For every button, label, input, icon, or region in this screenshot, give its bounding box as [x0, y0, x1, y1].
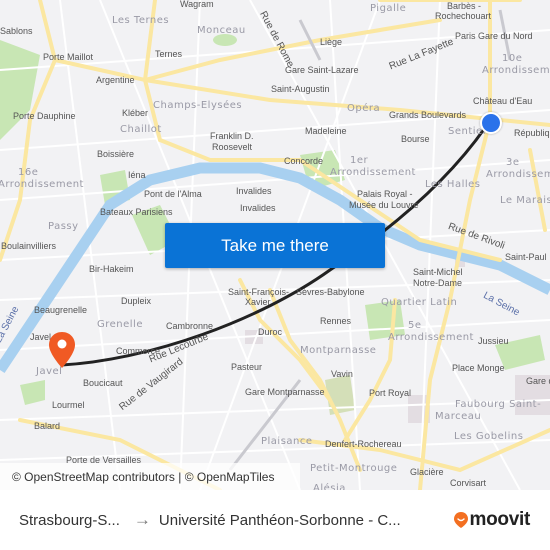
district-label: Plaisance: [261, 436, 313, 447]
place-label: Porte Maillot: [43, 52, 94, 62]
district-label: Monceau: [197, 25, 246, 36]
district-label: Montparnasse: [300, 345, 377, 356]
place-label: Musée du Louvre: [349, 200, 419, 210]
place-label: Kléber: [122, 108, 149, 118]
district-label: Passy: [48, 221, 79, 232]
place-label: Roosevelt: [212, 142, 253, 152]
place-label: Boucicaut: [83, 378, 123, 388]
place-label: Dupleix: [121, 296, 152, 306]
place-label: Gare Saint-Lazare: [285, 65, 359, 75]
place-label: Invalides: [236, 186, 272, 196]
district-label: Petit-Montrouge: [310, 463, 398, 474]
map[interactable]: Wagram Barbès - Rochechouart Paris Gare du …: [0, 0, 550, 490]
district-label-line1: Faubourg Saint-: [455, 399, 542, 410]
place-label: Vavin: [331, 369, 353, 379]
place-label: Gare d': [526, 376, 550, 386]
district-label: Quartier Latin: [381, 297, 458, 308]
place-label: Pasteur: [231, 362, 263, 372]
place-label: Paris Gare du Nord: [455, 31, 533, 41]
origin-marker[interactable]: [480, 112, 502, 134]
district-label-line2: Arrondissement: [388, 332, 474, 343]
place-label: Cambronne: [166, 321, 214, 331]
arrow-right-icon: →: [133, 510, 151, 529]
district-label: Champs-Elysées: [153, 100, 243, 111]
district-label-line2: Arrondissement: [0, 179, 84, 190]
place-label: Bateaux Parisiens: [100, 207, 173, 217]
take-me-there-button[interactable]: Take me there: [165, 223, 385, 268]
district-label: Les Gobelins: [454, 431, 524, 442]
place-label: Wagram: [180, 0, 214, 9]
place-label: Saint-François-: [228, 287, 290, 297]
place-label: Liège: [320, 37, 343, 47]
district-label-line2: Marceau: [435, 411, 482, 422]
destination-marker-icon[interactable]: [48, 331, 76, 369]
place-label: Grands Boulevards: [389, 110, 467, 120]
district-label-line1: 16e: [18, 167, 39, 178]
place-label: Pont de l'Alma: [144, 189, 202, 199]
district-label-line1: 10e: [502, 53, 523, 64]
place-label: Place Monge: [452, 363, 505, 373]
moovit-logo[interactable]: moovit: [453, 509, 530, 531]
district-label-line1: 3e: [506, 157, 520, 168]
place-label: Bir-Hakeim: [89, 264, 134, 274]
place-label: Saint-Augustin: [271, 84, 330, 94]
place-label: Corvisart: [450, 478, 487, 488]
district-label-line2: Arrondissement: [482, 65, 550, 76]
place-label: Palais Royal -: [357, 189, 413, 199]
place-label: Saint-Michel: [413, 267, 463, 277]
moovit-wordmark: moovit: [469, 509, 531, 530]
place-label: Boissière: [97, 149, 135, 159]
district-label: Les Ternes: [112, 15, 170, 26]
place-label: Concorde: [284, 156, 324, 166]
place-label: Barbès -: [447, 1, 482, 11]
place-label: Ternes: [155, 49, 183, 59]
moovit-pin-icon: [453, 512, 468, 528]
place-label: Sèvres-Babylone: [296, 287, 365, 297]
place-label: Balard: [34, 421, 61, 431]
place-label: Invalides: [240, 203, 276, 213]
district-label: Le Marais: [500, 195, 550, 206]
park-andre-citroen: [20, 380, 45, 405]
place-label: Notre-Dame: [413, 278, 463, 288]
place-label: Denfert-Rochereau: [325, 439, 402, 449]
footer-bar: Strasbourg-S... → Université Panthéon-So…: [0, 490, 550, 550]
place-label: Madeleine: [305, 126, 347, 136]
place-label: Boulainvilliers: [1, 241, 57, 251]
destination-label: Université Panthéon-Sorbonne - C...: [158, 511, 401, 529]
place-label: Xavier: [245, 297, 271, 307]
place-label: Rennes: [320, 316, 352, 326]
place-label: Jussieu: [478, 336, 509, 346]
place-label: République: [514, 128, 550, 138]
place-label: Iéna: [128, 170, 146, 180]
place-label: Lourmel: [52, 400, 85, 410]
place-label: Château d'Eau: [473, 96, 533, 106]
district-label-line2: Arrondissement: [486, 169, 550, 180]
place-label: Porte Dauphine: [13, 111, 76, 121]
place-label: Beaugrenelle: [34, 305, 88, 315]
map-attribution: © OpenStreetMap contributors | © OpenMap…: [0, 463, 300, 490]
district-label-line1: 5e: [408, 320, 422, 331]
district-label: Chaillot: [120, 124, 162, 135]
place-label: Franklin D.: [210, 131, 254, 141]
district-label-line1: 1er: [350, 155, 369, 166]
place-label: Rochechouart: [435, 11, 492, 21]
place-label: Sablons: [0, 26, 33, 36]
district-label: Les Halles: [425, 179, 481, 190]
place-label: Duroc: [258, 327, 283, 337]
place-label: Glacière: [410, 467, 444, 477]
place-label: Argentine: [96, 75, 135, 85]
place-label: Bourse: [401, 134, 430, 144]
district-label-line2: Arrondissement: [330, 167, 416, 178]
park-bois-de-boulogne: [0, 40, 40, 140]
place-label: Port Royal: [369, 388, 412, 398]
place-label: Gare Montparnasse: [245, 387, 325, 397]
district-label: Grenelle: [97, 319, 143, 330]
district-label: Opéra: [347, 103, 381, 114]
district-label: Pigalle: [370, 3, 407, 14]
origin-stop-label: Strasbourg-S...: [19, 511, 120, 529]
place-label: Saint-Paul: [505, 252, 547, 262]
